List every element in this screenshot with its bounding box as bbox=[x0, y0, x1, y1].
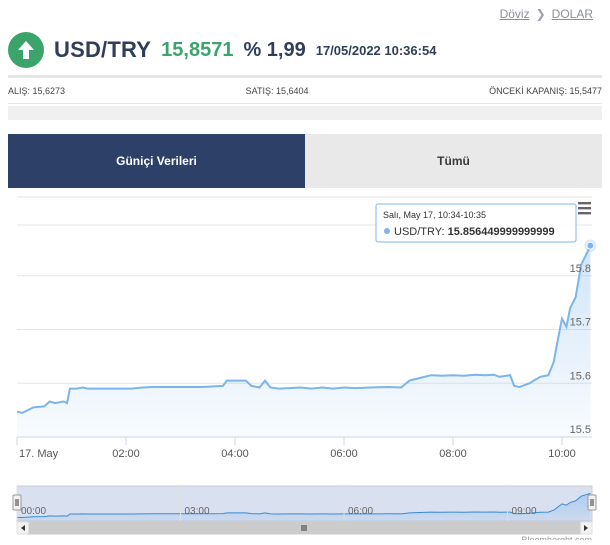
series-area bbox=[17, 245, 591, 437]
x-tick-label: 10:00 bbox=[548, 448, 576, 460]
chart-tooltip: Salı, May 17, 10:34-10:35 USD/TRY: 15.856… bbox=[375, 203, 577, 243]
navigator-tick-label: 00:00 bbox=[21, 506, 46, 517]
chart-container: 17. May 02:00 04:00 06:00 08:00 10:00 15.5 15.6… bbox=[0, 192, 610, 545]
chevron-right-icon: ❯ bbox=[535, 7, 546, 21]
x-tick-label: 02:00 bbox=[112, 448, 140, 460]
x-tick-label: 08:00 bbox=[439, 448, 467, 460]
change-percent: % 1,99 bbox=[243, 38, 306, 61]
y-tick-label: 15.7 bbox=[570, 317, 591, 329]
breadcrumb-link-doviz[interactable]: Döviz bbox=[500, 7, 530, 21]
navigator-tick-label: 06:00 bbox=[348, 506, 373, 517]
breadcrumb: Döviz ❯ DOLAR bbox=[500, 7, 593, 21]
quote-header: USD/TRY 15,8571 % 1,99 17/05/2022 10:36:… bbox=[8, 30, 602, 70]
tooltip-header: Salı, May 17, 10:34-10:35 bbox=[383, 210, 486, 220]
currency-pair: USD/TRY bbox=[54, 37, 152, 62]
chart-tabs: Güniçi Verileri Tümü bbox=[8, 134, 602, 188]
x-tick-label: 04:00 bbox=[221, 448, 249, 460]
x-tick-label: 06:00 bbox=[330, 448, 358, 460]
hover-point bbox=[586, 241, 595, 250]
tab-all[interactable]: Tümü bbox=[305, 134, 602, 188]
ask-price: SATIŞ: 15,6404 bbox=[245, 86, 309, 96]
tooltip-value: 15.856449999999999 bbox=[448, 226, 555, 238]
bid-price: ALIŞ: 15,6273 bbox=[8, 86, 66, 96]
y-tick-label: 15.8 bbox=[570, 263, 591, 275]
stats-row: ALIŞ: 15,6273 SATIŞ: 15,6404 ÖNCEKİ KAPA… bbox=[8, 86, 602, 96]
navigator-tick-label: 09:00 bbox=[512, 506, 537, 517]
previous-close: ÖNCEKİ KAPANIŞ: 15,5477 bbox=[489, 86, 602, 96]
tooltip-series-label: USD/TRY: 15.856449999999999 bbox=[394, 226, 555, 238]
divider bbox=[8, 103, 602, 104]
current-price: 15,8571 bbox=[161, 38, 234, 61]
chart-credits: Bloomberght.com bbox=[521, 535, 592, 540]
breadcrumb-link-dolar[interactable]: DOLAR bbox=[552, 7, 593, 21]
quote-timestamp: 17/05/2022 10:36:54 bbox=[315, 42, 437, 58]
y-tick-label: 15.5 bbox=[570, 424, 591, 436]
divider-band bbox=[8, 106, 602, 120]
y-tick-label: 15.6 bbox=[570, 370, 591, 382]
price-chart[interactable]: 17. May 02:00 04:00 06:00 08:00 10:00 15.5 15.6… bbox=[0, 192, 610, 545]
navigator-tick-label: 03:00 bbox=[185, 506, 210, 517]
x-tick-label: 17. May bbox=[19, 448, 59, 460]
hamburger-menu-icon[interactable] bbox=[578, 202, 591, 215]
divider bbox=[8, 75, 602, 78]
tab-intraday[interactable]: Güniçi Verileri bbox=[8, 134, 305, 188]
arrow-up-icon bbox=[8, 32, 44, 68]
navigator-left-handle[interactable] bbox=[12, 494, 22, 511]
tooltip-series-marker bbox=[384, 228, 390, 234]
navigator-right-handle[interactable] bbox=[587, 494, 597, 511]
